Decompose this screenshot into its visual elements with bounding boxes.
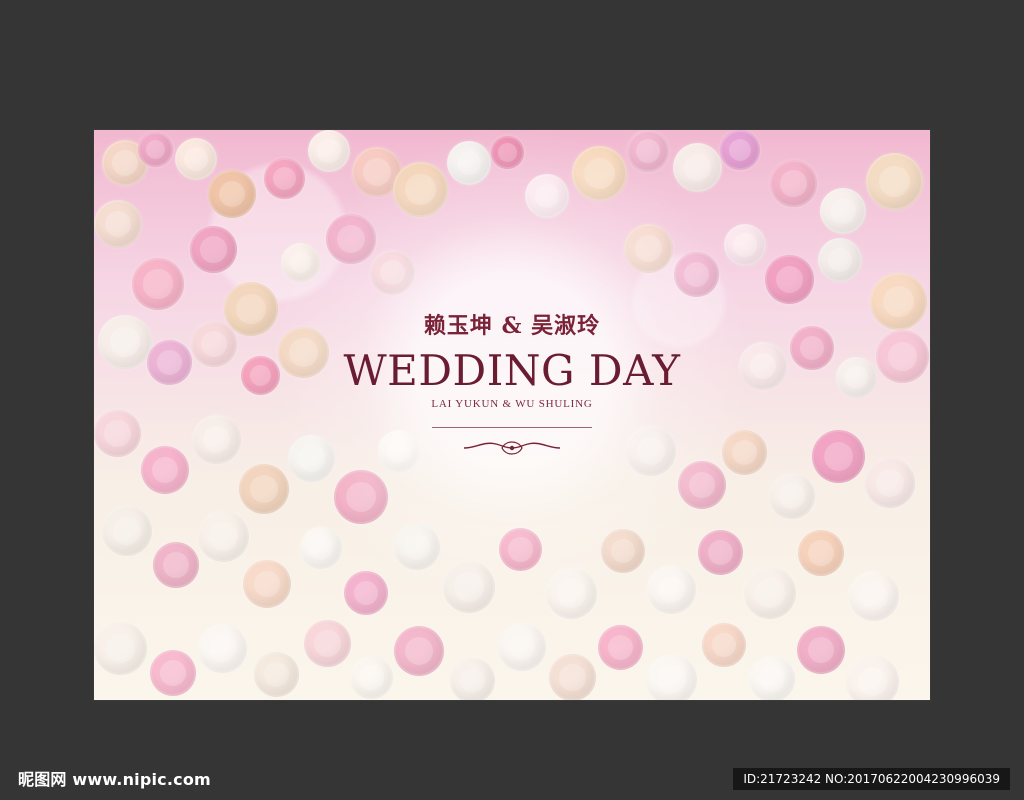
id-watermark: ID:21723242 NO:20170622004230996039 — [733, 768, 1010, 790]
screen: 赖玉坤 & 吴淑玲 WEDDING DAY LAI YUKUN & WU SHU… — [0, 0, 1024, 800]
title-rule — [432, 427, 592, 428]
chinese-names: 赖玉坤 & 吴淑玲 — [423, 313, 601, 339]
title-block: 赖玉坤 & 吴淑玲 WEDDING DAY LAI YUKUN & WU SHU… — [94, 308, 930, 410]
english-names: LAI YUKUN & WU SHULING — [431, 398, 593, 410]
site-watermark: 昵图网 www.nipic.com — [18, 770, 211, 789]
wedding-backdrop: 赖玉坤 & 吴淑玲 WEDDING DAY LAI YUKUN & WU SHU… — [94, 130, 930, 700]
wedding-title: WEDDING DAY — [343, 346, 681, 395]
ornament-icon — [463, 441, 561, 455]
flower-wall — [94, 130, 930, 700]
